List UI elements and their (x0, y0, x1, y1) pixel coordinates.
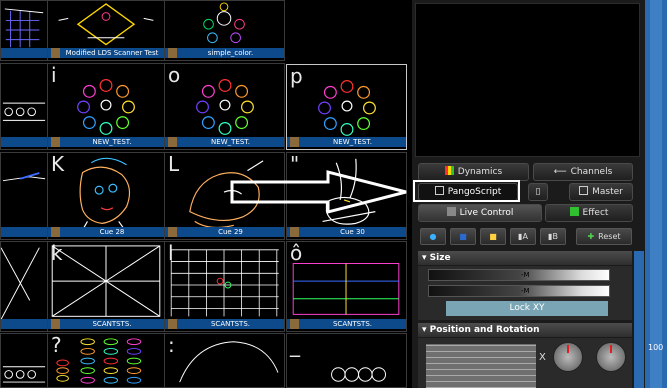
cue-cell[interactable]: ? (47, 333, 165, 388)
channels-icon: ⟵ (553, 167, 567, 177)
cue-label-bar (1, 137, 47, 147)
cue-label-bar: Cue 29 (165, 227, 284, 237)
cue-type-icon (168, 319, 177, 329)
cue-thumbnail (292, 263, 400, 315)
pangoscript-highlight-box (413, 180, 520, 202)
cue-cell[interactable]: ô SCANTSTS. (286, 241, 407, 332)
size-slider-y[interactable]: -M (428, 285, 610, 297)
cue-cell[interactable]: k SCANTSTS. (47, 241, 165, 332)
panel-scrollbar[interactable] (634, 251, 644, 388)
cue-label-bar (1, 48, 47, 58)
side-strip (645, 0, 667, 388)
cue-label-bar: NEW_TEST. (48, 137, 164, 147)
cue-cell[interactable]: i NEW_TEST. (47, 63, 165, 150)
x-label: X (539, 352, 546, 363)
scrollbar[interactable] (650, 0, 662, 388)
reset-icon: ✚ (587, 232, 595, 241)
position-pad[interactable] (426, 344, 536, 388)
collapse-icon: ▾ (422, 325, 430, 335)
tab-dynamics[interactable]: Dynamics (418, 163, 529, 181)
cue-thumbnail (179, 341, 279, 383)
tab-channels[interactable]: ⟵ Channels (533, 163, 633, 181)
cue-label-bar: SCANTSTS. (48, 319, 164, 329)
effect-icon (569, 207, 579, 216)
cue-label-bar (1, 319, 47, 329)
globe-icon: ● (429, 232, 437, 241)
cue-type-icon (51, 137, 60, 147)
cue-cell[interactable] (0, 241, 48, 332)
cue-type-icon (168, 227, 177, 237)
a-button[interactable]: ▮A (510, 228, 536, 245)
cue-label-bar: Modified LDS Scanner Test (48, 48, 164, 58)
cue-label-bar: SCANTSTS. (287, 319, 406, 329)
cue-cell[interactable]: K Cue 28 (47, 152, 165, 240)
collapse-icon: ▾ (422, 253, 430, 263)
cue-type-icon (168, 48, 177, 58)
color-palette-button[interactable]: ■ (480, 228, 506, 245)
live-control-icon (446, 207, 456, 216)
tab-master[interactable]: Master (569, 183, 633, 201)
cue-type-icon (290, 137, 299, 147)
cue-cell[interactable]: Modified LDS Scanner Test (47, 0, 165, 61)
laser-preview (415, 3, 640, 157)
size-slider-x[interactable]: -M (428, 269, 610, 281)
cue-type-icon (290, 319, 299, 329)
cue-cell[interactable]: simple_color. (164, 0, 285, 61)
tab-effect[interactable]: Effect (545, 204, 633, 222)
cue-thumbnail (51, 245, 161, 317)
cue-cell[interactable] (0, 0, 48, 61)
cue-type-icon (290, 227, 299, 237)
cue-label-bar: SCANTSTS. (165, 319, 284, 329)
cue-type-icon (51, 48, 60, 58)
cue-thumbnail (2, 366, 46, 383)
cue-label-bar: Cue 30 (287, 227, 406, 237)
cue-label-bar: NEW_TEST. (287, 137, 406, 147)
cue-cell[interactable] (0, 333, 48, 388)
cue-type-icon (51, 227, 60, 237)
square-icon: ■ (459, 232, 467, 241)
cue-label-bar: simple_color. (165, 48, 284, 58)
b-button[interactable]: ▮B (540, 228, 566, 245)
cue-thumbnail (1, 247, 40, 320)
cue-cell[interactable] (0, 152, 48, 240)
cue-cell[interactable]: o NEW_TEST. (164, 63, 285, 150)
reset-button[interactable]: ✚ Reset (576, 228, 632, 245)
tab-live-control[interactable]: Live Control (418, 204, 542, 222)
cue-cell[interactable]: l SCANTSTS. (164, 241, 285, 332)
cue-cell[interactable] (0, 63, 48, 150)
cue-cell[interactable]: : (164, 333, 285, 388)
y-rotation-knob[interactable] (596, 342, 626, 372)
document-icon: ▯ (535, 187, 541, 197)
cue-thumbnail (56, 338, 142, 384)
tab-document[interactable]: ▯ (528, 183, 548, 201)
size-panel-header[interactable]: ▾ Size (418, 251, 632, 265)
master-icon (579, 186, 589, 195)
cue-cell-selected[interactable]: p NEW_TEST. (286, 64, 407, 150)
cue-cell[interactable]: _ (286, 333, 407, 388)
cue-thumbnail (331, 367, 387, 382)
annotation-arrow-icon (230, 170, 407, 214)
cue-label-bar (1, 227, 47, 237)
dynamics-icon (444, 166, 454, 175)
position-panel-header[interactable]: ▾ Position and Rotation (418, 323, 632, 337)
blue-square-button[interactable]: ■ (450, 228, 476, 245)
lock-xy-button[interactable]: Lock XY (446, 301, 608, 316)
cue-type-icon (168, 137, 177, 147)
palette-icon: ■ (489, 232, 497, 241)
globe-button[interactable]: ● (420, 228, 446, 245)
cue-type-icon (51, 319, 60, 329)
side-strip-label: 100 (648, 343, 664, 352)
cue-label-bar: NEW_TEST. (165, 137, 284, 147)
cue-thumbnail (170, 249, 279, 317)
x-rotation-knob[interactable] (553, 342, 583, 372)
cue-label-bar: Cue 28 (48, 227, 164, 237)
